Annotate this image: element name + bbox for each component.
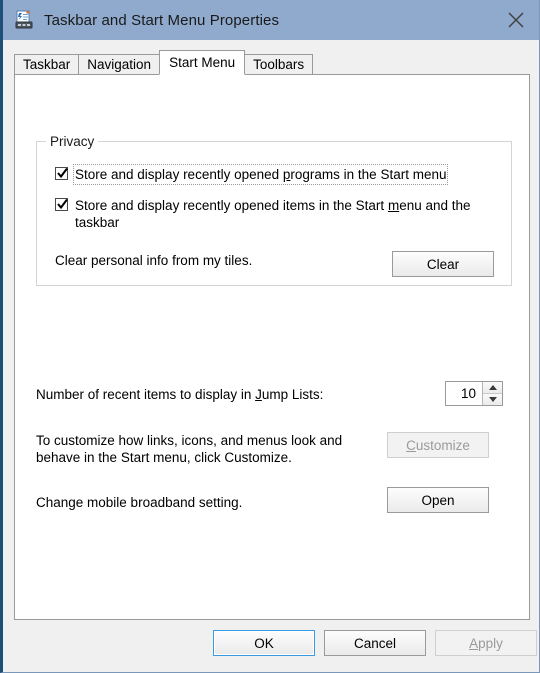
checkbox-row-items[interactable]: Store and display recently opened items … [55,197,503,231]
open-broadband-button[interactable]: Open [387,487,489,513]
clear-tiles-description: Clear personal info from my tiles. [55,253,253,268]
taskbar-properties-icon [14,10,34,30]
checkbox-label-items: Store and display recently opened items … [75,198,471,230]
apply-button[interactable]: Apply [435,630,537,656]
jump-lists-spinner[interactable]: 10 [445,381,503,406]
checkbox-store-programs[interactable] [55,167,68,180]
broadband-description: Change mobile broadband setting. [36,495,243,510]
spinner-down-icon[interactable] [483,394,502,405]
privacy-group-label: Privacy [46,134,99,149]
close-icon[interactable] [493,0,539,40]
start-menu-tab-panel: Privacy Store and display recently opene… [14,74,530,620]
cancel-button[interactable]: Cancel [324,630,426,656]
checkbox-row-programs[interactable]: Store and display recently opened progra… [55,164,495,185]
checkbox-store-items[interactable] [55,198,68,211]
dialog-button-bar: OK Cancel Apply [3,619,539,672]
tab-start-menu[interactable]: Start Menu [159,50,246,75]
checkbox-label-programs: Store and display recently opened progra… [72,164,449,185]
tab-navigation[interactable]: Navigation [78,54,161,75]
customize-description: To customize how links, icons, and menus… [36,433,343,465]
jump-lists-value: 10 [460,386,476,401]
tab-toolbars[interactable]: Toolbars [244,54,314,75]
title-bar: Taskbar and Start Menu Properties [3,0,539,40]
ok-button[interactable]: OK [213,630,315,656]
window-title: Taskbar and Start Menu Properties [44,11,280,29]
jump-lists-label: Number of recent items to display in Jum… [36,387,324,402]
tab-taskbar[interactable]: Taskbar [14,54,80,75]
spinner-up-icon[interactable] [483,382,502,394]
spinner-buttons [482,382,502,405]
privacy-group-box: Privacy Store and display recently opene… [36,134,512,286]
customize-button[interactable]: Customize [387,432,489,458]
taskbar-properties-dialog: Taskbar and Start Menu Properties Taskba… [0,0,540,673]
tab-strip: Taskbar Navigation Start Menu Toolbars [14,50,314,75]
clear-button[interactable]: Clear [392,251,494,277]
